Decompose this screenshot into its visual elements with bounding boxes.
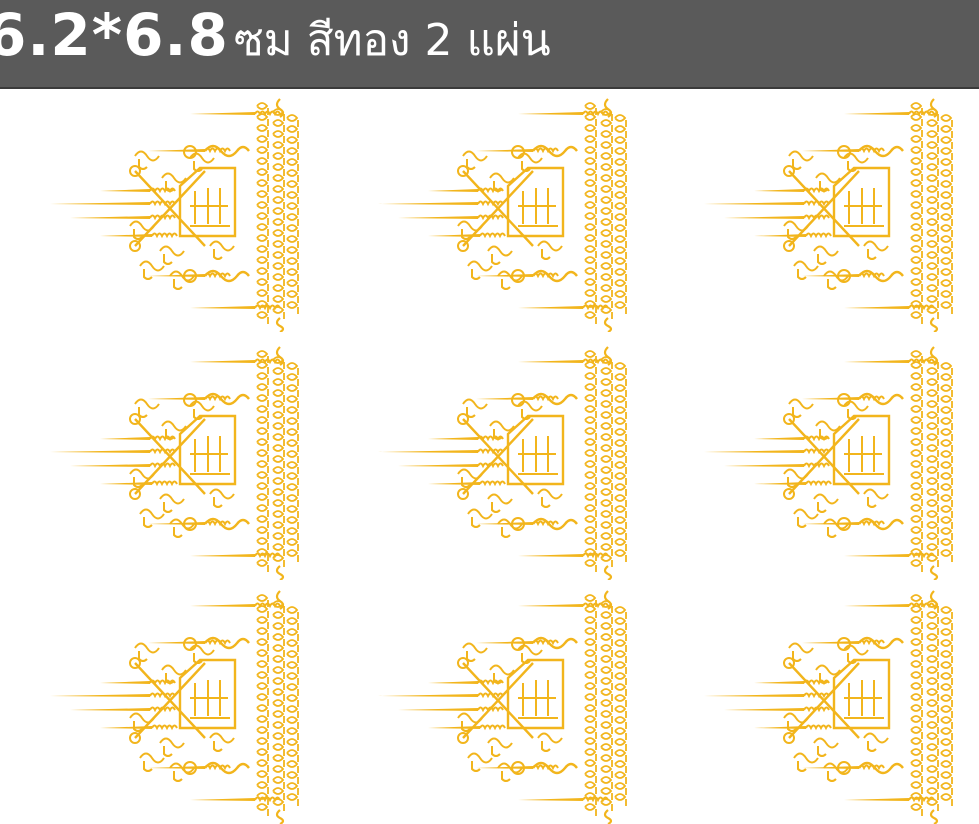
- yantra-sticker: [40, 96, 310, 332]
- yantra-gold-sticker-icon: [704, 98, 953, 332]
- size-label: 6.2*6.8: [0, 1, 229, 69]
- yantra-sticker: [368, 588, 638, 824]
- yantra-sticker: [368, 96, 638, 332]
- yantra-sticker: [694, 96, 964, 332]
- yantra-gold-sticker-icon: [50, 98, 299, 332]
- description-label: ซม สีทอง 2 แผ่น: [233, 15, 551, 66]
- banner-title: 6.2*6.8 ซม สีทอง 2 แผ่น: [0, 6, 551, 64]
- yantra-sticker: [40, 588, 310, 824]
- yantra-sticker: [368, 344, 638, 580]
- title-banner: 6.2*6.8 ซม สีทอง 2 แผ่น: [0, 0, 979, 89]
- yantra-sticker: [694, 588, 964, 824]
- yantra-gold-sticker-icon: [50, 590, 299, 824]
- yantra-sticker: [694, 344, 964, 580]
- sticker-grid: [0, 92, 979, 824]
- yantra-gold-sticker-icon: [378, 590, 627, 824]
- yantra-gold-sticker-icon: [378, 98, 627, 332]
- yantra-sticker: [40, 344, 310, 580]
- yantra-gold-sticker-icon: [50, 346, 299, 580]
- yantra-gold-sticker-icon: [378, 346, 627, 580]
- yantra-gold-sticker-icon: [704, 346, 953, 580]
- yantra-gold-sticker-icon: [704, 590, 953, 824]
